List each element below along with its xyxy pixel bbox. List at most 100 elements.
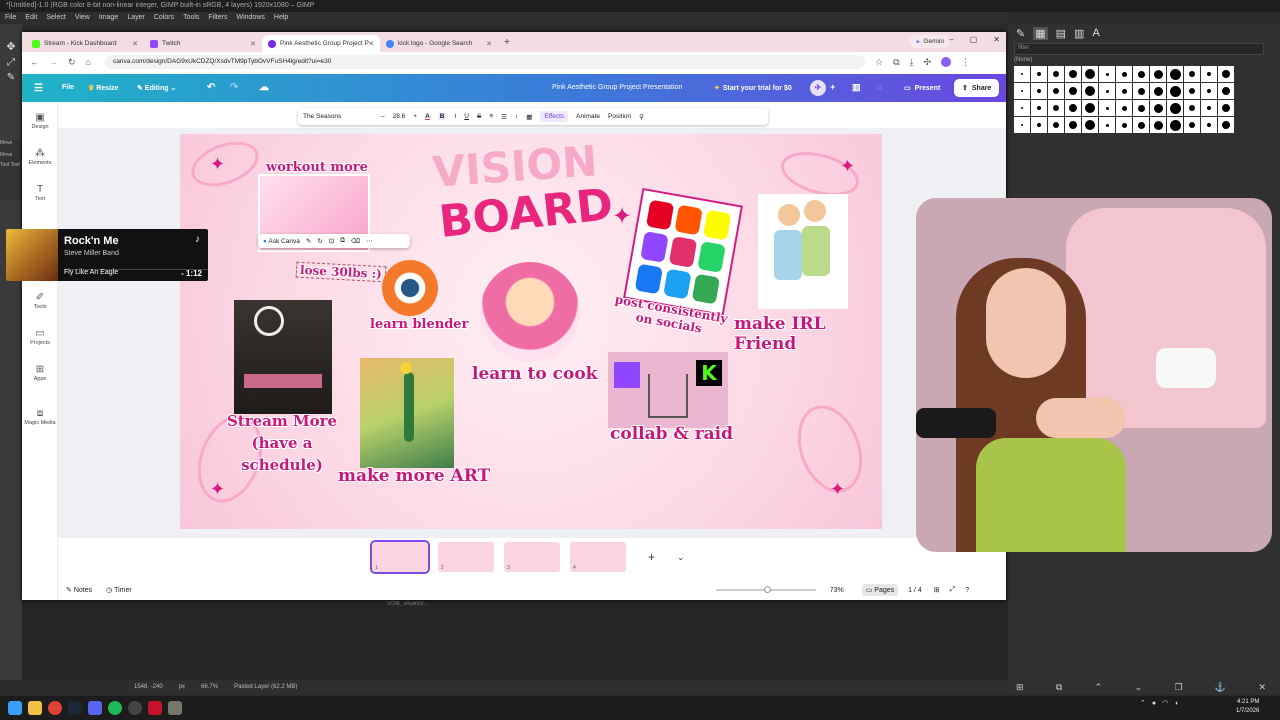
brush-thumbnail[interactable]	[1031, 100, 1047, 116]
puzzle-icon[interactable]: ✣	[923, 57, 931, 68]
gimp-icon[interactable]	[168, 701, 182, 715]
tab-twitch[interactable]: Twitch ✕	[144, 35, 262, 52]
fullscreen-icon[interactable]: ⤢	[950, 586, 956, 594]
menu-file[interactable]: File	[5, 14, 16, 22]
brush-thumbnail[interactable]	[1048, 66, 1064, 82]
chrome-icon[interactable]	[48, 701, 62, 715]
rail-projects[interactable]: ▭ Projects	[22, 328, 58, 346]
copy-icon[interactable]: ❐	[1174, 682, 1182, 694]
close-icon[interactable]: ✕	[368, 40, 374, 48]
brush-thumbnail[interactable]	[1116, 117, 1132, 133]
brush-thumbnail[interactable]	[1065, 100, 1081, 116]
brush-thumbnail[interactable]	[1201, 83, 1217, 99]
spacing-icon[interactable]: ↕	[515, 113, 518, 120]
brush-thumbnail[interactable]	[1184, 117, 1200, 133]
zoom-slider-handle[interactable]	[763, 586, 771, 593]
forward-icon[interactable]: →	[49, 57, 58, 67]
extension-icon[interactable]: ⧉	[893, 57, 899, 68]
share-button[interactable]: ⇪ Share	[954, 79, 1000, 97]
volume-icon[interactable]: ◖	[1174, 700, 1178, 707]
menu-filters[interactable]: Filters	[208, 14, 227, 22]
transparency-icon[interactable]: ▦	[526, 113, 532, 121]
brush-thumbnail[interactable]	[1099, 100, 1115, 116]
paint-format-icon[interactable]: ⚲	[639, 113, 644, 121]
brush-thumbnail[interactable]	[1150, 83, 1166, 99]
chevron-down-icon[interactable]: ⌄	[677, 552, 685, 563]
help-icon[interactable]: ?	[965, 587, 969, 594]
vision-board-slide[interactable]: ✦ ✦ ✦ ✦ ✦ VISION BOARD workout more lose…	[180, 134, 882, 529]
start-trial-button[interactable]: ✦ Start your trial for $0	[708, 80, 798, 96]
download-icon[interactable]: ⤓	[910, 57, 914, 68]
kebab-menu-icon[interactable]: ⋮	[961, 57, 970, 68]
hamburger-menu-icon[interactable]: ☰	[34, 83, 43, 94]
bold-icon[interactable]: B	[437, 113, 447, 120]
menu-view[interactable]: View	[75, 14, 90, 22]
menu-layer[interactable]: Layer	[127, 14, 145, 22]
profile-avatar[interactable]	[941, 57, 952, 67]
brush-thumbnail[interactable]	[1014, 117, 1030, 133]
duplicate-icon[interactable]: ⧉	[1056, 682, 1062, 694]
transform-tool-icon[interactable]: ⤢	[0, 57, 22, 68]
brush-thumbnail[interactable]	[1082, 100, 1098, 116]
add-collaborator-icon[interactable]: +	[830, 82, 835, 92]
menu-edit[interactable]: Edit	[25, 14, 37, 22]
taskbar-clock[interactable]: 4:21 PM 1/7/2026	[1236, 698, 1259, 716]
maximize-icon[interactable]: ▢	[970, 35, 978, 44]
insights-chart-icon[interactable]: ▥	[852, 82, 861, 93]
pages-button[interactable]: ▭ Pages	[861, 584, 899, 596]
close-icon[interactable]: ✕	[132, 40, 138, 48]
brush-thumbnail[interactable]	[1065, 83, 1081, 99]
down-icon[interactable]: ⌄	[1135, 682, 1143, 694]
brush-grid[interactable]	[1014, 66, 1234, 134]
brush-thumbnail[interactable]	[1065, 117, 1081, 133]
new-brush-icon[interactable]: ⊞	[1016, 682, 1024, 694]
list-icon[interactable]: ☰	[501, 113, 507, 121]
page-thumb-2[interactable]: 2	[438, 542, 494, 572]
font-size-input[interactable]: 28.6	[393, 113, 406, 120]
underline-icon[interactable]: U	[464, 113, 469, 120]
delete-icon[interactable]: ✕	[1258, 682, 1266, 694]
brush-thumbnail[interactable]	[1116, 83, 1132, 99]
cloud-saved-icon[interactable]: ☁	[259, 82, 269, 93]
collaborator-avatar[interactable]: ✈	[810, 80, 826, 96]
new-tab-button[interactable]: +	[498, 37, 516, 48]
brush-thumbnail[interactable]	[1099, 117, 1115, 133]
brush-thumbnail[interactable]	[1201, 100, 1217, 116]
text-color-icon[interactable]: A	[425, 113, 430, 120]
spotify-icon[interactable]	[108, 701, 122, 715]
brush-thumbnail[interactable]	[1031, 66, 1047, 82]
back-icon[interactable]: ←	[30, 57, 39, 67]
file-menu-button[interactable]: File	[62, 84, 74, 91]
xsplit-icon[interactable]	[148, 701, 162, 715]
brush-thumbnail[interactable]	[1082, 117, 1098, 133]
obs-icon[interactable]	[128, 701, 142, 715]
brush-thumbnail[interactable]	[1150, 100, 1166, 116]
tab-kick-dashboard[interactable]: Stream - Kick Dashboard ✕	[26, 35, 144, 52]
brush-thumbnail[interactable]	[1167, 100, 1183, 116]
brush-thumbnail[interactable]	[1184, 66, 1200, 82]
bookmark-star-icon[interactable]: ☆	[875, 57, 883, 68]
font-family-select[interactable]: The Seasons	[303, 113, 373, 120]
home-icon[interactable]: ⌂	[86, 57, 91, 67]
brush-thumbnail[interactable]	[1065, 66, 1081, 82]
minimize-icon[interactable]: –	[949, 35, 953, 44]
tray-app-icon[interactable]: ●	[1152, 700, 1156, 707]
decrease-font-button[interactable]: –	[381, 113, 385, 120]
close-icon[interactable]: ✕	[486, 40, 492, 48]
brush-thumbnail[interactable]	[1082, 66, 1098, 82]
add-page-button[interactable]: +	[648, 550, 655, 564]
brush-filter-input[interactable]: filter	[1014, 43, 1264, 55]
zoom-select[interactable]: 66.7%	[201, 684, 218, 690]
italic-icon[interactable]: I	[454, 113, 456, 120]
discord-icon[interactable]	[88, 701, 102, 715]
menu-help[interactable]: Help	[274, 14, 288, 22]
grid-view-icon[interactable]: ⊞	[934, 586, 940, 594]
grid-view-icon[interactable]: ▦	[1033, 26, 1048, 40]
gradient-icon[interactable]: ▥	[1074, 27, 1084, 40]
brush-thumbnail[interactable]	[1167, 83, 1183, 99]
brush-thumbnail[interactable]	[1218, 117, 1234, 133]
rail-magic-media[interactable]: ⧈ Magic Media	[22, 408, 58, 426]
brush-thumbnail[interactable]	[1133, 66, 1149, 82]
brush-thumbnail[interactable]	[1133, 83, 1149, 99]
menu-windows[interactable]: Windows	[236, 14, 264, 22]
